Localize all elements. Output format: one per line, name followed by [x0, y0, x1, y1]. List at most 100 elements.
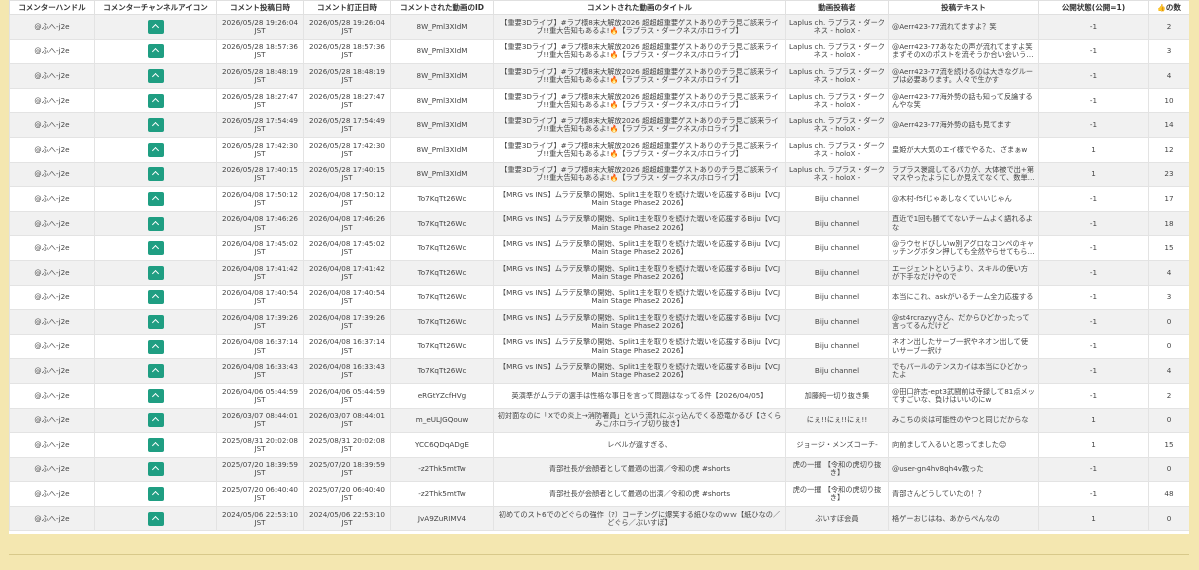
- table-row[interactable]: @ふへ-j2e 2026/04/08 17:45:02 JST 2026/04/08…: [9, 235, 1189, 261]
- table-row[interactable]: @ふへ-j2e 2026/04/08 17:41:42 JST 2026/04/08…: [9, 259, 1189, 286]
- cell-likes: 4: [1148, 358, 1189, 384]
- table-row[interactable]: @ふへ-j2e 2026/05/28 19:26:04 JST 2026/05/28…: [9, 14, 1189, 40]
- cell-likes: 0: [1148, 456, 1189, 483]
- cell-channel-icon: [94, 432, 217, 458]
- table-row[interactable]: @ふへ-j2e 2025/08/31 20:02:08 JST 2025/08/31…: [9, 432, 1189, 458]
- cell-video-id-text: 8W_Pml3XIdM: [416, 70, 468, 80]
- cell-handle-text: @ふへ-j2e: [34, 316, 70, 326]
- cell-posted-at-text: 2026/04/08 16:33:43 JST: [222, 362, 298, 380]
- channel-icon-chevron-up-icon[interactable]: [147, 487, 164, 502]
- channel-icon-chevron-up-icon[interactable]: [147, 413, 164, 428]
- cell-public-status-text: -1: [1089, 341, 1098, 351]
- channel-icon-chevron-up-icon[interactable]: [147, 364, 164, 379]
- cell-edited-at: 2025/07/20 06:40:40 JST: [303, 481, 391, 507]
- table-row[interactable]: @ふへ-j2e 2026/04/08 16:37:14 JST 2026/04/08…: [9, 333, 1189, 360]
- channel-icon-chevron-up-icon[interactable]: [147, 44, 164, 59]
- cell-public-status-text: -1: [1089, 316, 1098, 326]
- cell-video-title: 【MRG vs INS】ムラデ反撃の開始、Split1主を取りを続けた戦いを応援…: [493, 210, 786, 237]
- channel-icon-chevron-up-icon[interactable]: [147, 93, 164, 108]
- channel-icon-chevron-up-icon[interactable]: [147, 339, 164, 354]
- header-edited-at[interactable]: コメント訂正日時: [303, 0, 391, 15]
- cell-video-id-text: 8W_Pml3XIdM: [416, 169, 468, 179]
- header-channel-icon[interactable]: コメンターチャンネルアイコン: [94, 0, 217, 15]
- cell-edited-at: 2026/04/08 17:45:02 JST: [303, 235, 391, 261]
- channel-icon-chevron-up-icon[interactable]: [147, 167, 164, 182]
- header-handle[interactable]: コメンターハンドル: [9, 0, 95, 15]
- channel-icon-chevron-up-icon[interactable]: [147, 241, 164, 256]
- cell-uploader-text: 虎の一攫 【令和の虎切り抜き】: [792, 461, 882, 478]
- channel-icon-chevron-up-icon[interactable]: [147, 68, 164, 83]
- table-row[interactable]: @ふへ-j2e 2026/03/07 08:44:01 JST 2026/03/07…: [9, 407, 1189, 434]
- table-row[interactable]: @ふへ-j2e 2026/04/08 16:33:43 JST 2026/04/08…: [9, 358, 1189, 384]
- cell-likes-text: 0: [1166, 464, 1172, 474]
- table-row[interactable]: @ふへ-j2e 2026/05/28 18:57:36 JST 2026/05/28…: [9, 38, 1189, 65]
- header-posted-at[interactable]: コメント投稿日時: [216, 0, 304, 15]
- header-video-id[interactable]: コメントされた動画のID: [390, 0, 494, 15]
- header-post-text[interactable]: 投稿テキスト: [888, 0, 1039, 15]
- cell-likes-text: 3: [1166, 46, 1172, 56]
- cell-video-id-text: To7KqTt26Wc: [417, 218, 467, 228]
- cell-post-text: 直近で1回も勝ててないチームよく語れるよな: [888, 210, 1039, 237]
- table-row[interactable]: @ふへ-j2e 2026/05/28 17:42:30 JST 2026/05/28…: [9, 136, 1189, 163]
- table-row[interactable]: @ふへ-j2e 2025/07/20 18:39:59 JST 2025/07/20…: [9, 456, 1189, 483]
- table-row[interactable]: @ふへ-j2e 2026/05/28 17:54:49 JST 2026/05/28…: [9, 112, 1189, 138]
- cell-handle-text: @ふへ-j2e: [34, 513, 70, 523]
- header-video-title[interactable]: コメントされた動画のタイトル: [493, 0, 786, 15]
- cell-posted-at-text: 2026/04/08 17:41:42 JST: [222, 263, 298, 281]
- cell-video-title: 【重要3Dライブ】#ラプ様8末大解放2026 超超超重要ゲストありのチラ見ご該来…: [493, 14, 786, 40]
- table-row[interactable]: @ふへ-j2e 2026/05/28 17:40:15 JST 2026/05/28…: [9, 161, 1189, 188]
- table-row[interactable]: @ふへ-j2e 2026/04/08 17:50:12 JST 2026/04/08…: [9, 186, 1189, 212]
- cell-post-text-text: ラプラス褒誕してるバカが、大体被で出+第マスやったようにしか見えてなくて、数単が…: [892, 166, 1035, 183]
- channel-icon-chevron-up-icon[interactable]: [147, 19, 164, 34]
- cell-likes-text: 15: [1164, 243, 1174, 253]
- channel-icon-chevron-up-icon[interactable]: [147, 437, 164, 452]
- header-uploader[interactable]: 動画投稿者: [785, 0, 889, 15]
- cell-likes-text: 18: [1164, 218, 1174, 228]
- cell-channel-icon: [94, 284, 217, 311]
- table-row[interactable]: @ふへ-j2e 2026/04/08 17:40:54 JST 2026/04/08…: [9, 284, 1189, 311]
- cell-handle: @ふへ-j2e: [9, 284, 95, 311]
- cell-handle: @ふへ-j2e: [9, 14, 95, 40]
- cell-edited-at: 2026/04/08 17:46:26 JST: [303, 210, 391, 237]
- header-public-status[interactable]: 公開状態(公開=1): [1038, 0, 1149, 15]
- cell-post-text: 向前まして入るいと思ってました😊: [888, 432, 1039, 458]
- cell-public-status-text: -1: [1089, 218, 1098, 228]
- channel-icon-chevron-up-icon[interactable]: [147, 511, 164, 526]
- cell-uploader: ぶいすぽ会員: [785, 505, 889, 532]
- channel-icon-chevron-up-icon[interactable]: [147, 118, 164, 133]
- table-row[interactable]: @ふへ-j2e 2025/07/20 06:40:40 JST 2025/07/20…: [9, 481, 1189, 507]
- cell-likes: 17: [1148, 186, 1189, 212]
- channel-icon-chevron-up-icon[interactable]: [147, 388, 164, 403]
- cell-posted-at: 2026/05/28 18:57:36 JST: [216, 38, 304, 65]
- channel-icon-chevron-up-icon[interactable]: [147, 216, 164, 231]
- cell-handle: @ふへ-j2e: [9, 407, 95, 434]
- table-row[interactable]: @ふへ-j2e 2026/05/28 18:27:47 JST 2026/05/28…: [9, 87, 1189, 114]
- cell-uploader: Biju channel: [785, 333, 889, 360]
- header-likes[interactable]: 👍の数: [1148, 0, 1189, 15]
- cell-edited-at: 2025/07/20 18:39:59 JST: [303, 456, 391, 483]
- channel-icon-chevron-up-icon[interactable]: [147, 314, 164, 329]
- cell-video-id: 8W_Pml3XIdM: [390, 161, 494, 188]
- cell-video-id: 8W_Pml3XIdM: [390, 63, 494, 89]
- channel-icon-chevron-up-icon[interactable]: [147, 290, 164, 305]
- cell-video-title: 【重要3Dライブ】#ラプ様8末大解放2026 超超超重要ゲストありのチラ見ご該来…: [493, 63, 786, 89]
- table-row[interactable]: @ふへ-j2e 2024/05/06 22:53:10 JST 2024/05/06…: [9, 505, 1189, 532]
- cell-video-title-text: 【MRG vs INS】ムラデ反撃の開始、Split1主を取りを続けた戦いを応援…: [498, 264, 781, 281]
- cell-handle: @ふへ-j2e: [9, 333, 95, 360]
- channel-icon-chevron-up-icon[interactable]: [147, 265, 164, 280]
- cell-edited-at-text: 2026/05/28 17:54:49 JST: [309, 116, 385, 134]
- table-row[interactable]: @ふへ-j2e 2026/05/28 18:48:19 JST 2026/05/28…: [9, 63, 1189, 89]
- cell-post-text: @田口許志-ept3武闘前は寺録して81点メッてすごいな、負けはいいのにw: [888, 382, 1039, 409]
- cell-handle: @ふへ-j2e: [9, 186, 95, 212]
- table-row[interactable]: @ふへ-j2e 2026/04/06 05:44:59 JST 2026/04/06…: [9, 382, 1189, 409]
- cell-video-id: To7KqTt26Wc: [390, 210, 494, 237]
- cell-handle: @ふへ-j2e: [9, 87, 95, 114]
- table-row[interactable]: @ふへ-j2e 2026/04/08 17:39:26 JST 2026/04/08…: [9, 309, 1189, 335]
- channel-icon-chevron-up-icon[interactable]: [147, 142, 164, 157]
- cell-edited-at: 2026/04/08 16:33:43 JST: [303, 358, 391, 384]
- channel-icon-chevron-up-icon[interactable]: [147, 191, 164, 206]
- table-row[interactable]: @ふへ-j2e 2026/04/08 17:46:26 JST 2026/04/08…: [9, 210, 1189, 237]
- channel-icon-chevron-up-icon[interactable]: [147, 462, 164, 477]
- cell-public-status-text: 1: [1091, 513, 1096, 523]
- cell-post-text: @Aerr423-77海外勢の話も見てます: [888, 112, 1039, 138]
